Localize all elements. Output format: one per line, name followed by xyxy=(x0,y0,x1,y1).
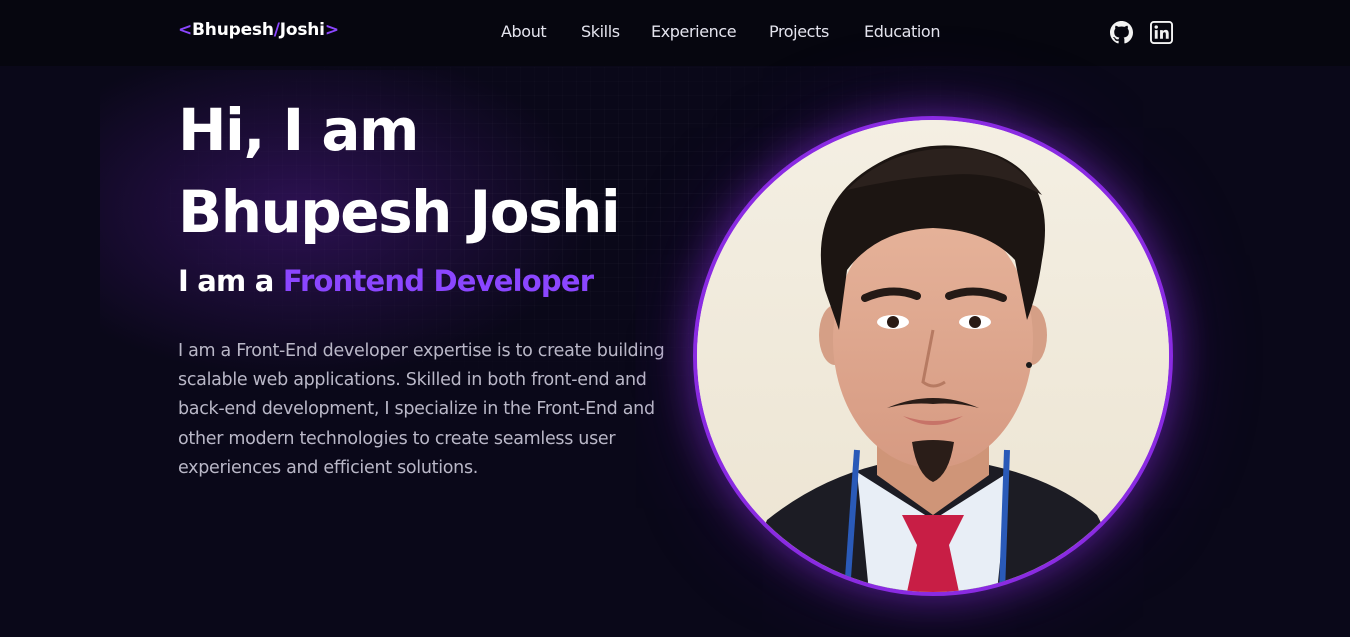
hero-bio: I am a Front-End developer expertise is … xyxy=(178,341,665,478)
nav-links: About Skills Experience Projects Educati… xyxy=(0,22,1350,44)
nav-link-education[interactable]: Education xyxy=(864,22,940,41)
github-icon[interactable] xyxy=(1110,21,1133,44)
profile-photo xyxy=(693,116,1173,596)
role-prefix: I am a xyxy=(178,264,274,298)
nav-link-experience[interactable]: Experience xyxy=(651,22,737,41)
hero-greeting: Hi, I am xyxy=(178,96,420,164)
top-navbar: <Bhupesh/Joshi> About Skills Experience … xyxy=(0,0,1350,66)
role-title: Frontend Developer xyxy=(282,264,594,298)
nav-link-about[interactable]: About xyxy=(501,22,547,41)
hero-name: Bhupesh Joshi xyxy=(178,178,621,246)
linkedin-icon[interactable] xyxy=(1150,21,1173,44)
hero-role: I am a Frontend Developer xyxy=(178,264,594,298)
nav-link-skills[interactable]: Skills xyxy=(581,22,620,41)
nav-link-projects[interactable]: Projects xyxy=(769,22,829,41)
portfolio-page: <Bhupesh/Joshi> About Skills Experience … xyxy=(0,0,1350,637)
